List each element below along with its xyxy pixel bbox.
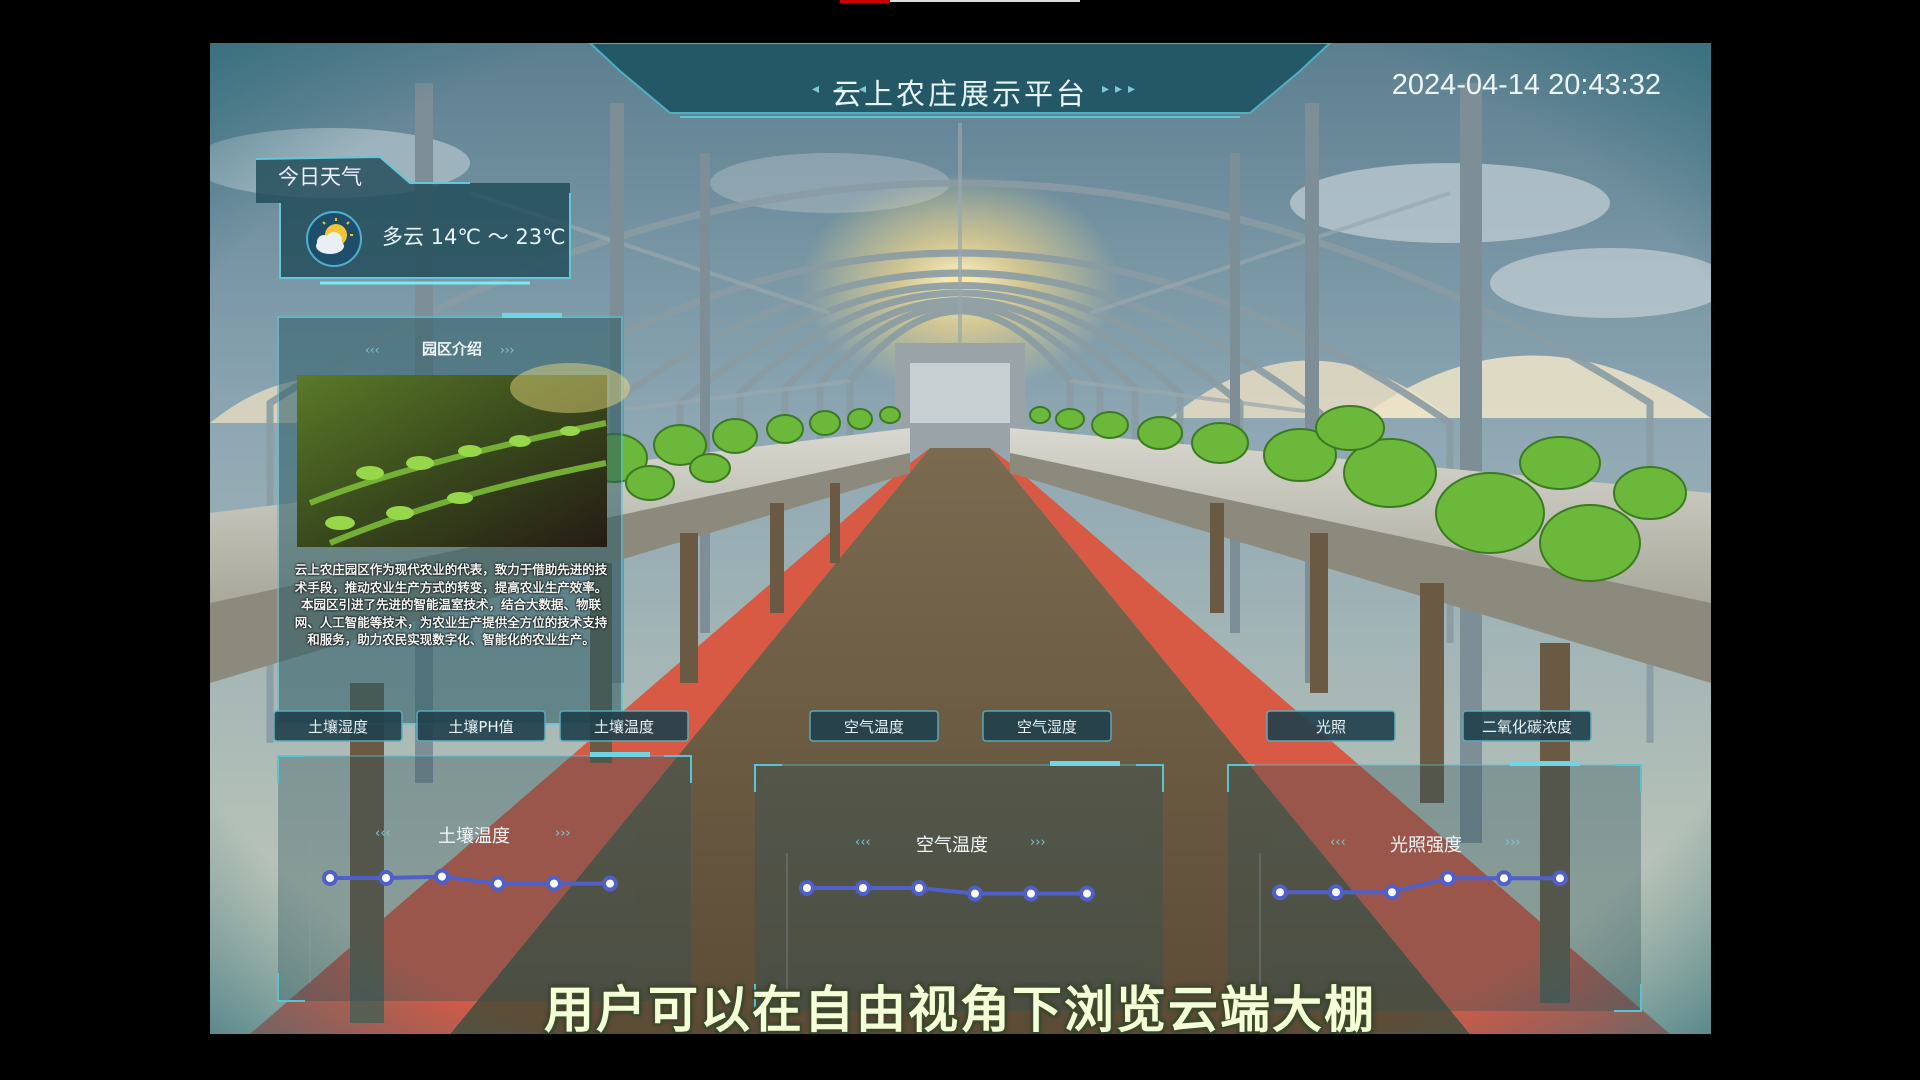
video-subtitle: 用户可以在自由视角下浏览云端大棚 (544, 981, 1376, 1039)
svg-text:›››: ››› (1505, 835, 1521, 850)
chart-title-air-temperature: 空气温度 (916, 835, 988, 856)
chart-point-soil-temperature-5 (602, 875, 618, 892)
svg-text:›››: ››› (1030, 835, 1046, 850)
tab-soil-temperature[interactable]: 土壤温度 (560, 711, 688, 741)
greenhouse-viewport[interactable]: ‹‹‹ ››› ‹‹‹ ››› ‹‹‹ ››› ‹‹‹ ››› ◂ ◂ ◂ 云上… (210, 43, 1711, 1034)
chart-point-air-temperature-4 (1023, 885, 1039, 902)
tab-light[interactable]: 光照 (1267, 711, 1395, 741)
intro-description: 云上农庄园区作为现代农业的代表，致力于借助先进的技术手段，推动农业生产方式的转变… (294, 562, 608, 647)
chart-point-light-intensity-4 (1496, 870, 1512, 887)
tab-air-humidity[interactable]: 空气湿度 (983, 711, 1111, 741)
chart-point-light-intensity-2 (1384, 884, 1400, 901)
svg-text:‹‹‹: ‹‹‹ (1330, 835, 1346, 850)
seedling-field-photo (297, 375, 607, 547)
chart-point-air-temperature-2 (911, 880, 927, 896)
chart-point-air-temperature-3 (967, 885, 983, 902)
chart-point-soil-temperature-1 (378, 870, 394, 886)
chart-point-soil-temperature-0 (322, 870, 338, 886)
intro-panel-title: 园区介绍 (422, 340, 483, 358)
chart-point-soil-temperature-4 (546, 875, 562, 892)
header: ◂ ◂ ◂ 云上农庄展示平台 ▸▸▸ (590, 43, 1330, 123)
chart-point-light-intensity-3 (1440, 870, 1456, 887)
svg-text:‹‹‹: ‹‹‹ (375, 826, 391, 841)
chart-point-soil-temperature-3 (490, 875, 506, 892)
weather-summary: 多云 14℃ ～ 23℃ (382, 225, 566, 249)
partly-cloudy-icon (306, 211, 362, 267)
chart-title-soil-temperature: 土壤温度 (438, 826, 510, 847)
header-right-arrows: ▸▸▸ (1102, 81, 1142, 97)
tab-air-temperature[interactable]: 空气温度 (810, 711, 938, 741)
chart-point-light-intensity-1 (1328, 884, 1344, 901)
chart-point-air-temperature-5 (1079, 885, 1095, 902)
weather-panel-title: 今日天气 (278, 165, 362, 189)
tab-soil-ph[interactable]: 土壤PH值 (417, 711, 545, 741)
page-title: 云上农庄展示平台 (831, 77, 1088, 111)
svg-text:‹‹‹: ‹‹‹ (855, 835, 871, 850)
svg-text:‹‹‹: ‹‹‹ (365, 343, 379, 357)
svg-text:›››: ››› (555, 826, 571, 841)
chart-point-light-intensity-5 (1552, 870, 1568, 887)
chart-point-air-temperature-1 (855, 880, 871, 896)
tab-co2[interactable]: 二氧化碳浓度 (1463, 711, 1591, 741)
chart-point-light-intensity-0 (1272, 884, 1288, 901)
chart-point-air-temperature-0 (799, 880, 815, 896)
video-progress-track (890, 0, 1080, 2)
chart-point-soil-temperature-2 (434, 868, 450, 885)
datetime-display: 2024-04-14 20:43:32 (1391, 69, 1661, 101)
video-progress-bar (840, 0, 890, 3)
svg-text:›››: ››› (500, 343, 514, 357)
tab-soil-humidity[interactable]: 土壤湿度 (274, 711, 402, 741)
chart-title-light-intensity: 光照强度 (1390, 835, 1462, 856)
